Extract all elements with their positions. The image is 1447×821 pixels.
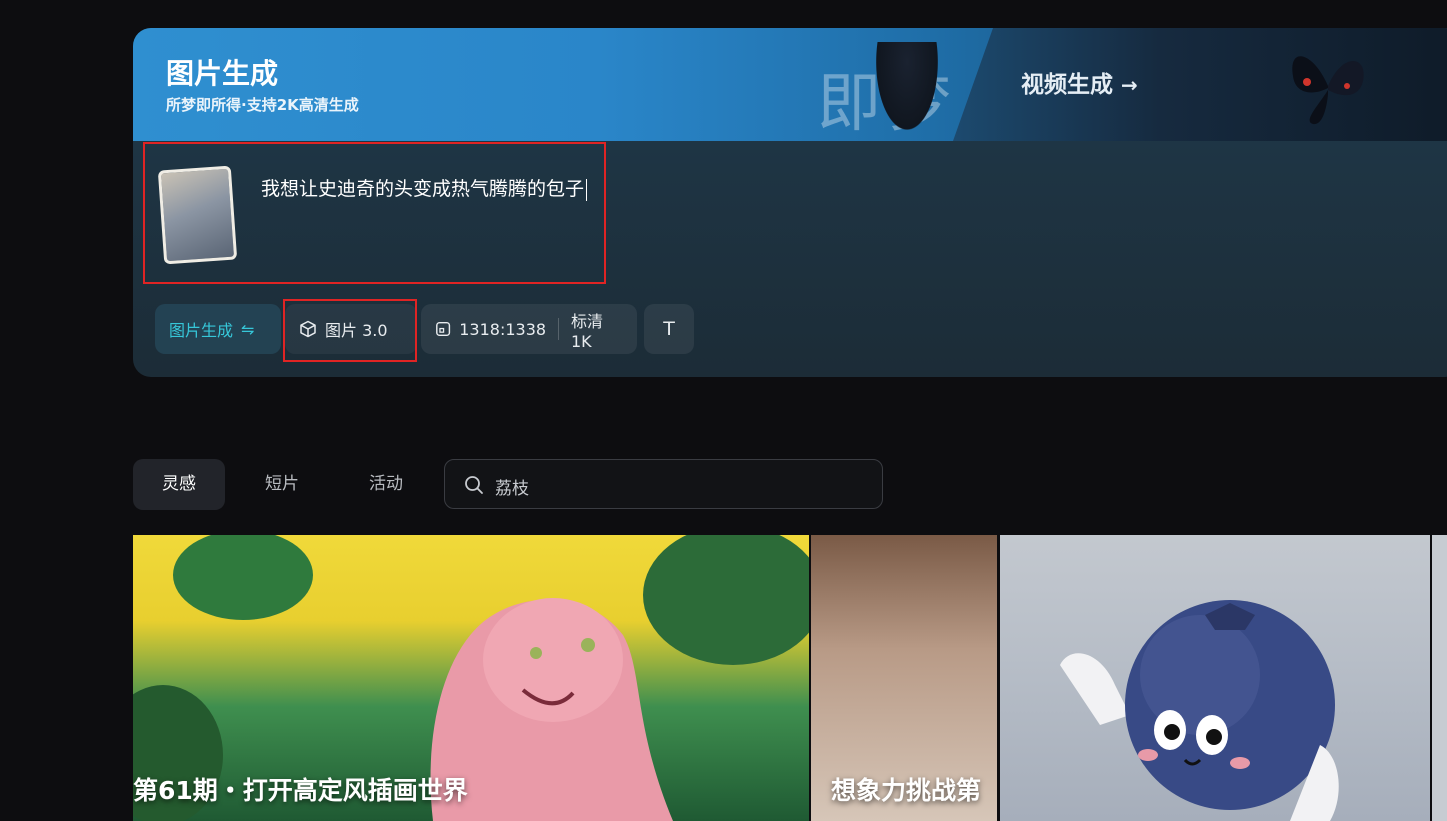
text-tool-icon: T <box>663 318 675 340</box>
gallery-card[interactable] <box>1000 535 1430 821</box>
tab-events[interactable]: 活动 <box>345 459 427 510</box>
video-generation-label: 视频生成 <box>1021 72 1113 98</box>
search-box <box>444 459 883 509</box>
prompt-area-highlight <box>143 142 606 284</box>
aspect-ratio-label: 1318:1338 <box>459 319 547 339</box>
butterfly-icon <box>1292 56 1364 125</box>
gallery-card[interactable]: 第61期・打开高定风插画世界 <box>133 535 809 821</box>
text-tool-button[interactable]: T <box>644 304 694 354</box>
silhouette-figure-art <box>871 42 943 141</box>
search-input[interactable] <box>493 472 857 500</box>
gallery-card-title: 想象力挑战第 <box>831 776 982 805</box>
gallery-card-partial[interactable] <box>1432 535 1447 821</box>
banner-title: 图片生成 <box>166 57 279 90</box>
banner-subtitle: 所梦即所得·支持2K高清生成 <box>166 96 359 114</box>
search-icon <box>465 476 483 494</box>
aspect-ratio-button[interactable]: 1318:1338 标清 1K <box>421 304 637 354</box>
tab-inspiration[interactable]: 灵感 <box>133 459 225 510</box>
resolution-label: 标清 1K <box>570 311 603 351</box>
swap-icon: ⇋ <box>241 319 255 339</box>
arrow-right-icon: → <box>1121 73 1138 97</box>
tab-short-film[interactable]: 短片 <box>241 459 323 510</box>
video-generation-link[interactable]: 视频生成 → <box>1021 65 1138 99</box>
image-generation-banner: 图片生成 所梦即所得·支持2K高清生成 即梦 视频生成→ <box>133 28 1447 141</box>
mode-selector-button[interactable]: 图片生成 ⇋ <box>155 304 281 354</box>
aspect-ratio-icon <box>436 321 451 337</box>
model-selector-highlight <box>283 299 417 362</box>
blueberry-character-illustration <box>1060 600 1339 821</box>
gallery-card[interactable]: 想象力挑战第 <box>811 535 997 821</box>
creation-panel: 图片生成 所梦即所得·支持2K高清生成 即梦 视频生成→ 我想让史迪奇的头变成热… <box>133 28 1447 377</box>
gallery-card-title: 第61期・打开高定风插画世界 <box>133 776 468 805</box>
mode-label: 图片生成 <box>169 321 234 340</box>
divider <box>558 318 559 340</box>
